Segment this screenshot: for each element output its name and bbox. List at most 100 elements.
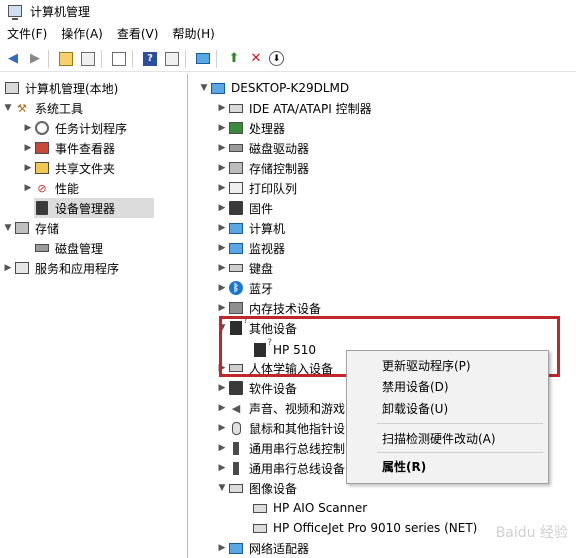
device-category-imaging[interactable]: ▼ 图像设备 [216,478,297,498]
menu-properties[interactable]: 属性(R) [382,456,426,476]
device-label: HP OfficeJet Pro 9010 series (NET) [273,521,478,535]
chevron-right-icon[interactable]: ▶ [216,123,228,133]
export-list-icon[interactable] [110,50,128,68]
device-category[interactable]: ▶ 磁盘驱动器 [216,138,309,158]
network-adapter-icon [228,540,244,556]
forward-arrow-icon[interactable]: ▶ [26,50,44,68]
tree-shared-folders[interactable]: ▶ 共享文件夹 [22,158,115,178]
device-category[interactable]: ▶ 固件 [216,198,273,218]
chevron-right-icon[interactable]: ▶ [216,463,228,473]
device-category-label: 网络适配器 [249,541,310,556]
chevron-right-icon[interactable]: ▶ [22,183,34,193]
menu-update-driver[interactable]: 更新驱动程序(P) [382,355,471,375]
device-hp-officejet[interactable]: HP OfficeJet Pro 9010 series (NET) [252,518,477,538]
device-category[interactable]: ▶ IDE ATA/ATAPI 控制器 [216,98,372,118]
tree-task-scheduler[interactable]: ▶ 任务计划程序 [22,118,127,138]
chevron-right-icon[interactable]: ▶ [216,383,228,393]
chevron-right-icon[interactable]: ▶ [216,103,228,113]
tree-device-manager[interactable]: 设备管理器 [34,198,154,218]
chevron-right-icon[interactable]: ▶ [2,263,14,273]
device-category[interactable]: ▶ ᛒ 蓝牙 [216,278,273,298]
device-category[interactable]: ▶ ◀ 声音、视频和游戏 [216,398,345,418]
chevron-right-icon[interactable]: ▶ [216,143,228,153]
device-category[interactable]: ▶ 通用串行总线设备 [216,458,345,478]
chevron-right-icon[interactable]: ▶ [216,303,228,313]
tree-label: 事件查看器 [55,141,116,156]
chevron-right-icon[interactable]: ▶ [22,163,34,173]
device-hp-aio-scanner[interactable]: HP AIO Scanner [252,498,367,518]
chevron-right-icon[interactable]: ▶ [216,543,228,553]
device-category[interactable]: ▶ 网络适配器 [216,538,309,558]
device-category[interactable]: ▶ 存储控制器 [216,158,309,178]
menu-file[interactable]: 文件(F) [0,25,54,42]
menu-view[interactable]: 查看(V) [110,25,166,42]
menu-help[interactable]: 帮助(H) [165,25,221,42]
properties-icon[interactable] [163,50,181,68]
chevron-down-icon[interactable]: ▼ [198,83,210,93]
tree-label: 磁盘管理 [55,241,104,256]
device-category-label: 监视器 [249,241,286,256]
tree-label: 任务计划程序 [55,121,128,136]
tree-performance[interactable]: ▶ ⊘ 性能 [22,178,79,198]
scanner-icon [252,520,268,536]
chevron-down-icon[interactable]: ▼ [2,223,14,233]
menu-action[interactable]: 操作(A) [54,25,110,42]
tools-icon: ⚒ [17,101,27,115]
chevron-right-icon[interactable]: ▶ [216,223,228,233]
scanner-icon [228,480,244,496]
device-category[interactable]: ▶ 软件设备 [216,378,297,398]
device-category[interactable]: ▶ 计算机 [216,218,285,238]
chevron-right-icon[interactable]: ▶ [216,283,228,293]
chevron-right-icon[interactable]: ▶ [216,443,228,453]
tree-event-viewer[interactable]: ▶ 事件查看器 [22,138,115,158]
toolbar-divider [132,49,133,68]
show-hide-tree-icon[interactable] [79,50,97,68]
ide-controller-icon [228,100,244,116]
uninstall-icon[interactable]: ✕ [247,50,265,68]
up-folder-icon[interactable] [57,50,75,68]
toolbar-divider [185,49,186,68]
device-category[interactable]: ▶ 处理器 [216,118,285,138]
download-icon[interactable]: ⬇ [269,51,284,66]
computer-icon [210,80,226,96]
chevron-right-icon[interactable]: ▶ [216,263,228,273]
tree-root[interactable]: 计算机管理(本地) [4,78,118,98]
storage-controller-icon [228,160,244,176]
update-driver-icon[interactable]: ⬆ [225,50,243,68]
menu-separator [377,423,543,424]
chevron-right-icon[interactable]: ▶ [216,403,228,413]
chevron-down-icon[interactable]: ▼ [2,103,14,113]
chevron-right-icon[interactable]: ▶ [216,163,228,173]
chevron-right-icon[interactable]: ▶ [216,423,228,433]
device-category[interactable]: ▶ 鼠标和其他指针设 [216,418,345,438]
device-category[interactable]: ▶ 监视器 [216,238,285,258]
chevron-right-icon[interactable]: ▶ [22,123,34,133]
device-category[interactable]: ▶ 通用串行总线控制 [216,438,345,458]
tree-label: 服务和应用程序 [35,261,120,276]
chevron-right-icon[interactable]: ▶ [216,183,228,193]
window-title: 计算机管理 [30,4,91,19]
memory-icon [228,300,244,316]
device-category-label: 通用串行总线设备 [249,461,346,476]
computer-icon [228,220,244,236]
back-arrow-icon[interactable]: ◀ [4,50,22,68]
monitor-icon[interactable] [194,50,212,68]
tree-disk-management[interactable]: 磁盘管理 [34,238,103,258]
menu-disable-device[interactable]: 禁用设备(D) [382,376,449,396]
chevron-down-icon[interactable]: ▼ [216,483,228,493]
help-icon[interactable]: ? [141,50,159,68]
device-root[interactable]: ▼ DESKTOP-K29DLMD [198,78,350,98]
menu-scan-hardware[interactable]: 扫描检测硬件改动(A) [382,428,496,448]
menu-uninstall-device[interactable]: 卸载设备(U) [382,398,448,418]
tree-storage[interactable]: ▼ 存储 [2,218,59,238]
tree-system-tools[interactable]: ▼ ⚒ 系统工具 [2,98,83,118]
device-category-label: 蓝牙 [249,281,274,296]
toolbar: ◀ ▶ ? ⬆ ✕ ⬇ [0,46,576,72]
device-category[interactable]: ▶ 打印队列 [216,178,297,198]
device-category[interactable]: ▶ 内存技术设备 [216,298,321,318]
tree-services-apps[interactable]: ▶ 服务和应用程序 [2,258,119,278]
chevron-right-icon[interactable]: ▶ [216,243,228,253]
chevron-right-icon[interactable]: ▶ [22,143,34,153]
device-category[interactable]: ▶ 键盘 [216,258,273,278]
chevron-right-icon[interactable]: ▶ [216,203,228,213]
